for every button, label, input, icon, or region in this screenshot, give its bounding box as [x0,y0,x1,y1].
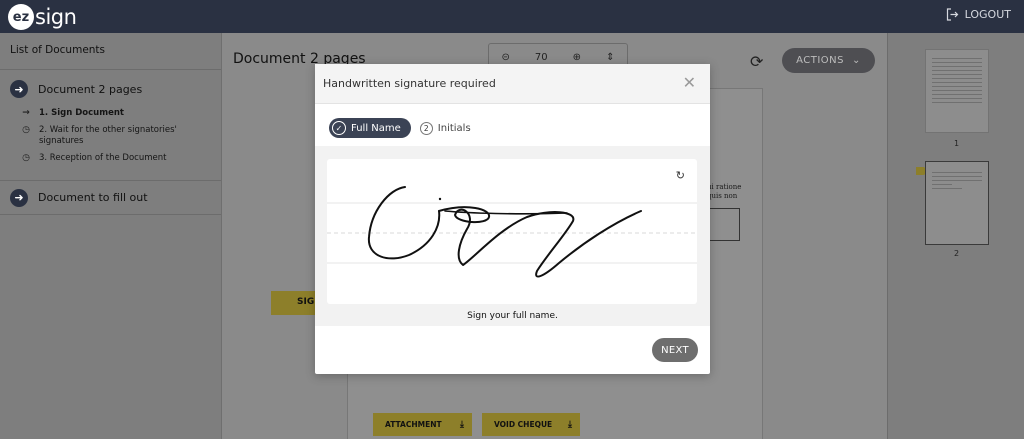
close-icon[interactable]: ✕ [683,74,696,92]
page-text-line: ui ratione [707,183,742,191]
logout-label: LOGOUT [964,8,1011,21]
signature-modal: Handwritten signature required ✕ ✓ Full … [315,64,710,374]
chevron-down-icon: ⌄ [852,55,861,66]
logo-mark: ez [8,4,34,30]
attachment-label: ATTACHMENT [385,420,442,429]
signature-hint: Sign your full name. [467,311,558,321]
refresh-icon[interactable]: ⟳ [750,52,763,71]
sidebar-item-current-document[interactable]: ➜ Document 2 pages → 1. Sign Document ◷ … [0,70,221,181]
page-thumbnails: 1 2 [887,33,1024,439]
modal-title: Handwritten signature required [323,77,496,90]
modal-header: Handwritten signature required ✕ [315,64,710,104]
check-circle-icon: ✓ [332,121,346,135]
top-bar: ez sign LOGOUT [0,0,1024,33]
tab-initials[interactable]: 2 Initials [419,121,471,135]
fit-page-icon[interactable]: ⇕ [606,52,614,63]
signature-tabs: ✓ Full Name 2 Initials [329,118,471,138]
attachment-button[interactable]: ATTACHMENT ⤓ [373,413,472,436]
page-field-box [707,208,740,241]
ezsign-logo[interactable]: ez sign [8,4,77,30]
step-wait-signatories: ◷ 2. Wait for the other signatories' sig… [20,125,211,147]
thumbnail-page-1[interactable] [925,49,989,133]
thumbnail-number: 1 [953,139,960,148]
logout-button[interactable]: LOGOUT [946,8,1011,21]
zoom-in-icon[interactable]: ⊕ [573,52,581,63]
step-label: 1. Sign Document [39,108,124,118]
clock-icon: ◷ [22,125,30,135]
logout-icon [946,8,958,21]
actions-button[interactable]: ACTIONS ⌄ [782,48,875,73]
page-text-line: quis non [707,192,738,200]
arrow-right-circle-icon: ➜ [10,188,28,207]
step-label: 2. Wait for the other signatories' signa… [39,125,177,146]
sidebar-title: List of Documents [0,33,221,70]
download-icon: ⤓ [460,419,464,430]
documents-sidebar: List of Documents ➜ Document 2 pages → 1… [0,33,222,439]
thumbnail-page-2[interactable] [925,161,989,245]
reset-icon[interactable]: ↻ [676,169,685,182]
actions-label: ACTIONS [796,55,844,66]
step-label: 3. Reception of the Document [39,153,167,163]
signature-pad[interactable]: ↻ [327,159,697,304]
current-document-title: Document 2 pages [38,82,143,96]
tab-full-name[interactable]: ✓ Full Name [329,118,411,138]
logo-text: sign [35,5,77,29]
zoom-out-icon[interactable]: ⊝ [502,52,510,63]
tab-label: Full Name [351,122,401,134]
arrow-right-icon: → [22,108,30,118]
step-reception: ◷ 3. Reception of the Document [20,153,211,164]
void-cheque-label: VOID CHEQUE [494,420,553,429]
handwritten-signature-drawing [367,186,642,278]
arrow-right-circle-icon: ➜ [10,80,28,98]
step-sign-document[interactable]: → 1. Sign Document [20,108,211,119]
zoom-value[interactable]: 70 [535,52,548,63]
next-button[interactable]: NEXT [652,338,698,362]
clock-icon: ◷ [22,153,30,163]
step-number: 2 [419,121,433,135]
tab-label: Initials [437,122,471,134]
sidebar-item-document-to-fill[interactable]: ➜ Document to fill out [0,181,221,215]
sign-field-button[interactable]: SIGN [271,291,322,315]
document-to-fill-title: Document to fill out [38,191,148,204]
page-text: ui ratione quis non [707,183,741,201]
download-icon: ⤓ [568,419,572,430]
thumbnail-number: 2 [953,249,960,258]
void-cheque-button[interactable]: VOID CHEQUE ⤓ [482,413,580,436]
signing-steps: → 1. Sign Document ◷ 2. Wait for the oth… [10,108,211,164]
